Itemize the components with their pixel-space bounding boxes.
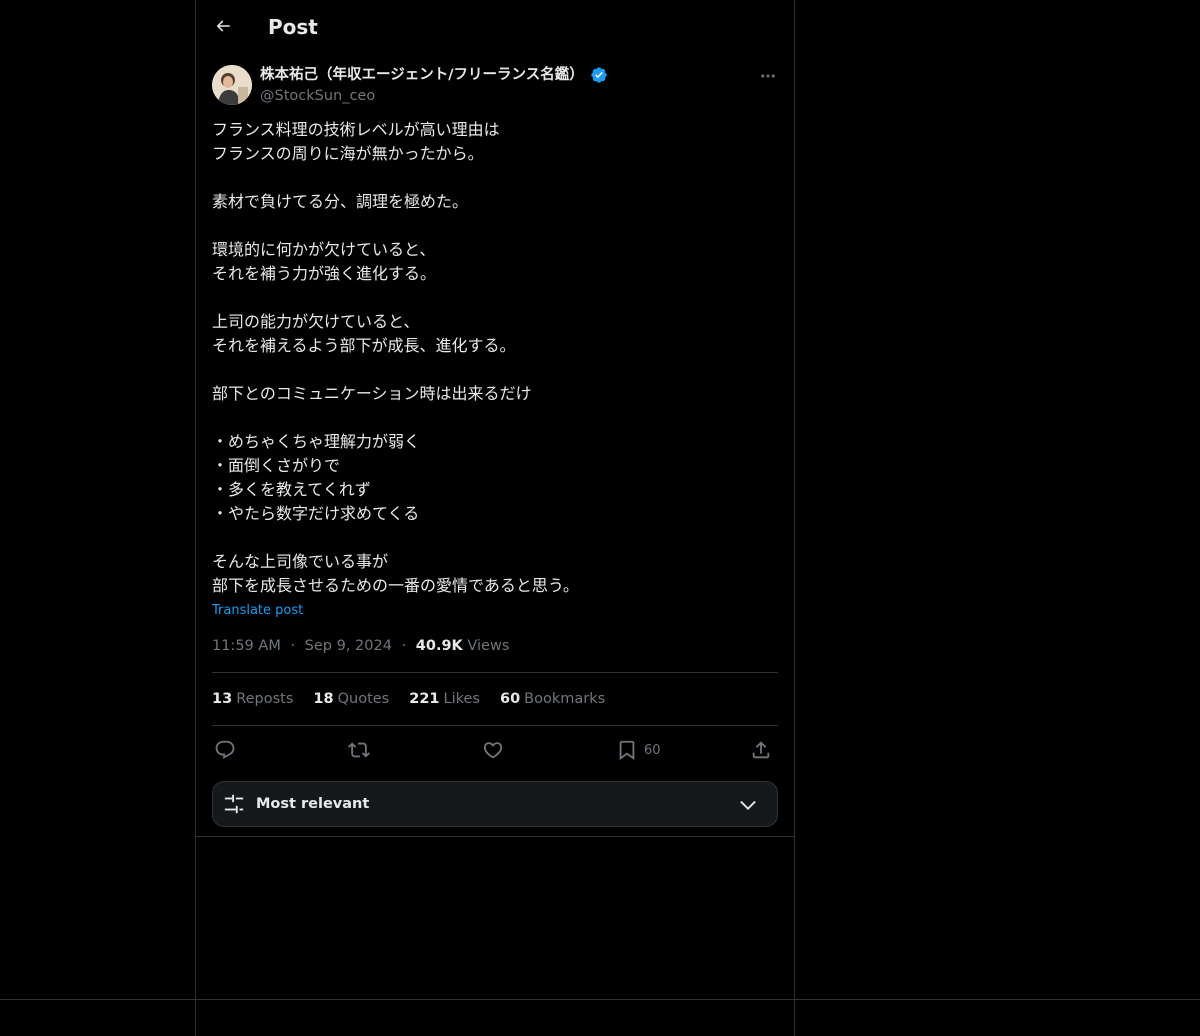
likes-count: 221 bbox=[409, 691, 440, 707]
post-line: それを補う力が強く進化する。 bbox=[212, 264, 437, 283]
more-options-button[interactable] bbox=[758, 66, 778, 86]
post-line-break bbox=[212, 166, 778, 190]
reposts-stat[interactable]: 13 Reposts bbox=[212, 689, 293, 709]
post-line-break bbox=[212, 406, 778, 430]
reply-icon bbox=[215, 740, 235, 759]
avatar-image bbox=[212, 65, 252, 105]
post-line: ・多くを教えてくれず bbox=[212, 480, 371, 499]
reposts-count: 13 bbox=[212, 691, 233, 707]
post-meta: 11:59 AM · Sep 9, 2024 · 40.9K Views bbox=[212, 636, 509, 656]
bookmarks-stat[interactable]: 60 Bookmarks bbox=[500, 689, 605, 709]
post-line: ・やたら数字だけ求めてくる bbox=[212, 504, 420, 523]
quotes-label: Quotes bbox=[337, 691, 390, 707]
bookmark-icon bbox=[619, 740, 635, 761]
quotes-count: 18 bbox=[313, 691, 334, 707]
likes-stat[interactable]: 221 Likes bbox=[409, 689, 480, 709]
post-line: ・面倒くさがりで bbox=[212, 456, 341, 475]
likes-label: Likes bbox=[443, 691, 480, 707]
action-bar: 60 bbox=[212, 737, 778, 763]
meta-separator: · bbox=[290, 638, 296, 654]
bookmark-action-count: 60 bbox=[644, 742, 661, 758]
bookmarks-label: Bookmarks bbox=[524, 691, 606, 707]
views-count: 40.9K bbox=[415, 638, 463, 654]
avatar[interactable] bbox=[212, 65, 252, 105]
repost-icon bbox=[348, 742, 370, 758]
post-line: 部下とのコミュニケーション時は出来るだけ bbox=[212, 384, 532, 403]
verified-badge-icon bbox=[590, 66, 608, 84]
reply-sort-dropdown[interactable]: Most relevant bbox=[212, 781, 778, 827]
post-line: 環境的に何かが欠けていると、 bbox=[212, 240, 436, 259]
share-button[interactable] bbox=[750, 737, 772, 763]
share-icon bbox=[752, 741, 770, 759]
bookmarks-count: 60 bbox=[499, 691, 521, 707]
post-line: ・めちゃくちゃ理解力が弱く bbox=[212, 432, 421, 451]
engagement-stats: 13 Reposts 18 Quotes 221 Likes 60 Bookmarks bbox=[212, 689, 625, 709]
reply-button[interactable] bbox=[214, 737, 236, 763]
post-line-break bbox=[212, 526, 778, 550]
more-dots-icon bbox=[761, 74, 775, 78]
author-handle[interactable]: @StockSun_ceo bbox=[260, 86, 375, 106]
views-label: Views bbox=[467, 638, 510, 654]
column-border-right bbox=[794, 0, 795, 1036]
post-line: 素材で負けてる分、調理を極めた。 bbox=[212, 192, 469, 211]
page: Post 株本祐己（年収エージェント/フリーランス名鑑） @StockSun_c… bbox=[0, 0, 1200, 1036]
post-author: 株本祐己（年収エージェント/フリーランス名鑑） @StockSun_ceo bbox=[212, 64, 778, 108]
post-line: フランスの周りに海が無かったから。 bbox=[212, 144, 484, 163]
post-date[interactable]: Sep 9, 2024 bbox=[305, 638, 392, 654]
post-line: フランス料理の技術レベルが高い理由は bbox=[212, 120, 500, 139]
post-line-break bbox=[212, 286, 778, 310]
sort-sliders-icon bbox=[224, 794, 244, 814]
back-button[interactable] bbox=[210, 13, 236, 39]
stats-divider-bottom bbox=[212, 725, 778, 726]
like-button[interactable] bbox=[482, 737, 504, 763]
stats-divider-top bbox=[212, 672, 778, 673]
author-name[interactable]: 株本祐己（年収エージェント/フリーランス名鑑） bbox=[260, 65, 584, 85]
repost-button[interactable] bbox=[348, 737, 370, 763]
bookmark-button[interactable]: 60 bbox=[616, 737, 661, 763]
quotes-stat[interactable]: 18 Quotes bbox=[313, 689, 389, 709]
post-line: そんな上司像でいる事が bbox=[212, 552, 389, 571]
sort-label: Most relevant bbox=[256, 796, 370, 812]
post-line-break bbox=[212, 358, 778, 382]
post-line: 部下を成長させるための一番の愛情であると思う。 bbox=[212, 576, 579, 595]
chevron-down-icon bbox=[740, 800, 756, 810]
post-line: 上司の能力が欠けていると、 bbox=[212, 312, 420, 331]
reposts-label: Reposts bbox=[236, 691, 294, 707]
post-line: それを補えるよう部下が成長、進化する。 bbox=[212, 336, 516, 355]
translate-post-link[interactable]: Translate post bbox=[212, 602, 303, 620]
like-icon bbox=[483, 742, 503, 759]
page-title: Post bbox=[268, 15, 318, 39]
post-line-break bbox=[212, 214, 778, 238]
meta-separator: · bbox=[401, 638, 407, 654]
back-arrow-icon bbox=[216, 20, 230, 32]
post-text: フランス料理の技術レベルが高い理由は フランスの周りに海が無かったから。 素材で… bbox=[212, 118, 778, 598]
bottom-divider bbox=[0, 999, 1200, 1000]
author-name-row[interactable]: 株本祐己（年収エージェント/フリーランス名鑑） bbox=[260, 65, 608, 85]
post-column: Post 株本祐己（年収エージェント/フリーランス名鑑） @StockSun_c… bbox=[196, 0, 794, 837]
post-header: Post bbox=[196, 0, 794, 54]
post-time[interactable]: 11:59 AM bbox=[212, 638, 281, 654]
